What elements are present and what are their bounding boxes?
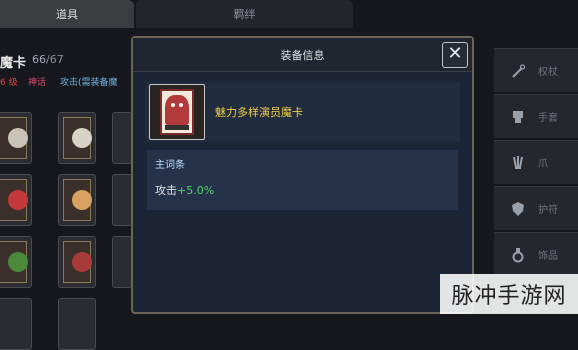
card-face: [8, 190, 28, 210]
inventory-title: 魔卡: [0, 56, 27, 71]
card-art: [63, 179, 92, 221]
close-icon: ✕: [447, 43, 463, 64]
watermark: 脉冲手游网: [440, 274, 578, 314]
card-art: [165, 95, 189, 125]
item-icon-frame[interactable]: [149, 84, 205, 140]
main-stat-panel: 主词条 攻击+5.0%: [147, 150, 458, 210]
card-slot[interactable]: [0, 236, 32, 288]
card-rarity: 神话: [28, 78, 47, 88]
card-slot[interactable]: [112, 174, 132, 226]
sidebar-item-label: 爪: [538, 159, 548, 170]
main-stat-line: 攻击+5.0%: [155, 182, 214, 198]
item-summary: 魅力多样演员魔卡: [145, 82, 460, 142]
card-art: [0, 117, 28, 159]
card-eye: [179, 103, 183, 107]
sidebar-item-label: 饰品: [538, 251, 558, 262]
glove-icon: [510, 109, 526, 125]
tab-props[interactable]: 道具: [0, 0, 134, 28]
card-face: [8, 128, 28, 148]
item-name: 魅力多样演员魔卡: [215, 106, 303, 119]
card-face: [72, 252, 92, 272]
card-art: [63, 117, 92, 159]
main-stat-title: 主词条: [155, 160, 185, 171]
card-face: [8, 252, 28, 272]
card-slot[interactable]: [0, 298, 32, 350]
tab-bond[interactable]: 羁绊: [136, 0, 353, 28]
inventory-count: 66/67: [32, 53, 64, 66]
card-slot[interactable]: [58, 236, 96, 288]
sidebar-item-glove[interactable]: 手套: [494, 94, 578, 138]
card-level: 6 级: [0, 78, 18, 88]
card-face: [72, 190, 92, 210]
equipment-sidebar: 权杖 手套 爪 护符 饰品: [494, 36, 578, 314]
sidebar-item-label: 权杖: [538, 67, 558, 78]
inventory-count-current: 66: [32, 53, 46, 66]
ring-icon: [510, 247, 526, 263]
card-art: [0, 179, 28, 221]
card-slot[interactable]: [0, 174, 32, 226]
sidebar-item-accessory[interactable]: 饰品: [494, 232, 578, 276]
claw-icon: [510, 155, 526, 171]
card-art: [63, 241, 92, 283]
stat-label: 攻击: [155, 184, 177, 197]
card-eye: [171, 103, 175, 107]
card-slot[interactable]: [58, 174, 96, 226]
equipment-info-modal: 装备信息 ✕ 魅力多样演员魔卡 主词条 攻击+5.0%: [131, 36, 474, 314]
card-attribute: 攻击(需装备魔: [60, 78, 118, 88]
sidebar-item-amulet[interactable]: 护符: [494, 186, 578, 230]
card-slot[interactable]: [58, 298, 96, 350]
sidebar-item-label: 护符: [538, 205, 558, 216]
card-slot[interactable]: [58, 112, 96, 164]
stat-value: +5.0%: [177, 184, 215, 197]
card-face: [72, 128, 92, 148]
wand-icon: [510, 63, 526, 79]
card-art: [0, 241, 28, 283]
shield-icon: [510, 201, 526, 217]
top-tabs: 道具 羁绊: [0, 0, 353, 30]
card-slot[interactable]: [0, 112, 32, 164]
close-button[interactable]: ✕: [442, 42, 468, 68]
card-slot[interactable]: [112, 112, 132, 164]
card-icon: [160, 89, 194, 135]
inventory-count-max: /67: [46, 53, 64, 66]
sidebar-item-claw[interactable]: 爪: [494, 140, 578, 184]
card-base: [165, 125, 189, 130]
modal-title: 装备信息: [133, 38, 472, 72]
sidebar-item-wand[interactable]: 权杖: [494, 48, 578, 92]
card-slot[interactable]: [112, 236, 132, 288]
sidebar-item-label: 手套: [538, 113, 558, 124]
